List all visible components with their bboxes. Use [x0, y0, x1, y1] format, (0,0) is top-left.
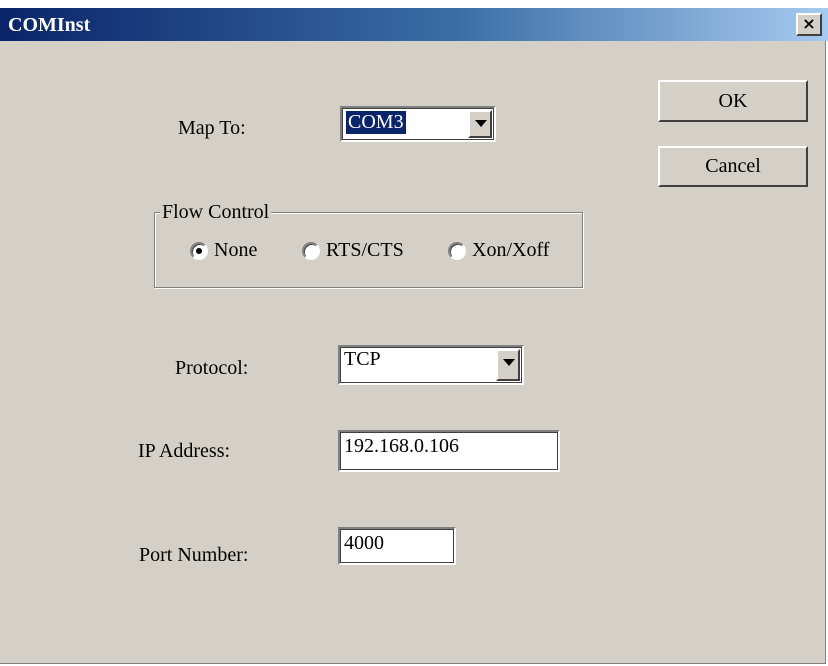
radio-none-label: None — [214, 239, 258, 261]
protocol-dropdown[interactable]: TCP — [338, 345, 524, 385]
map-to-label: Map To: — [178, 117, 246, 139]
radio-button-icon[interactable] — [190, 242, 208, 260]
window-title: COMInst — [8, 14, 91, 36]
chevron-down-icon[interactable] — [496, 349, 520, 381]
close-icon: × — [802, 14, 816, 33]
map-to-dropdown[interactable]: COM3 — [340, 106, 496, 142]
map-to-value: COM3 — [346, 111, 406, 134]
radio-button-icon[interactable] — [448, 242, 466, 260]
ok-button[interactable]: OK — [658, 80, 808, 122]
radio-rts-cts-label: RTS/CTS — [326, 239, 404, 261]
port-number-label: Port Number: — [139, 544, 249, 566]
ip-address-input[interactable]: 192.168.0.106 — [338, 430, 560, 472]
ip-address-label: IP Address: — [138, 440, 231, 462]
cancel-button[interactable]: Cancel — [658, 146, 808, 187]
title-bar: COMInst — [0, 8, 828, 41]
radio-selected-dot — [196, 248, 202, 254]
flow-control-legend: Flow Control — [160, 201, 272, 224]
port-number-input[interactable]: 4000 — [338, 527, 456, 565]
protocol-label: Protocol: — [175, 357, 249, 379]
radio-xon-xoff-label: Xon/Xoff — [472, 239, 550, 261]
radio-button-icon[interactable] — [302, 242, 320, 260]
protocol-value: TCP — [344, 348, 381, 370]
chevron-down-icon[interactable] — [468, 110, 492, 138]
close-button[interactable]: × — [796, 13, 822, 36]
